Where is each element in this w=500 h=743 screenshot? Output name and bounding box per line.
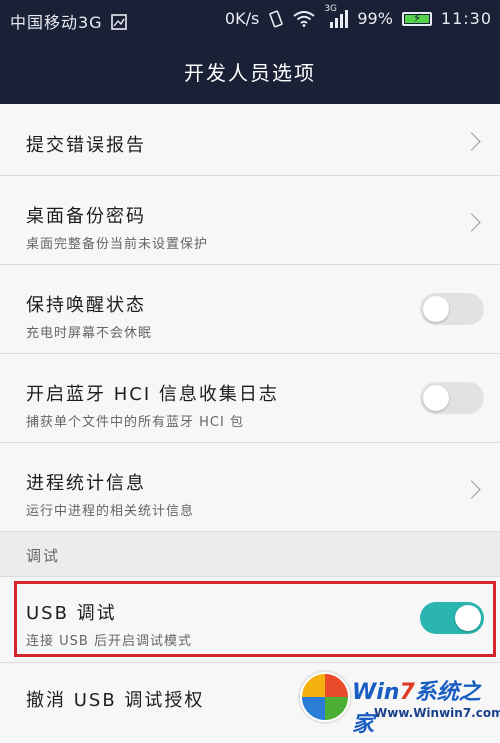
item-subtitle: 充电时屏幕不会休眠: [26, 326, 153, 341]
settings-list: 提交错误报告 桌面备份密码 桌面完整备份当前未设置保护 保持唤醒状态 充电时屏幕…: [0, 104, 500, 743]
windows-logo-icon: [300, 672, 350, 722]
list-item-bt-hci-log[interactable]: 开启蓝牙 HCI 信息收集日志 捕获单个文件中的所有蓝牙 HCI 包: [0, 354, 500, 443]
signal-indicator: 3G: [324, 4, 349, 28]
clock: 11:30: [440, 9, 492, 28]
watermark-site: Www.Winwin7.com: [374, 706, 500, 720]
signal-icon: [330, 9, 349, 28]
battery-charging-icon: ⚡: [401, 11, 432, 26]
toggle-knob: [455, 605, 481, 631]
page-title-bar: 开发人员选项: [0, 38, 500, 104]
item-title: 开启蓝牙 HCI 信息收集日志: [26, 384, 279, 405]
usb-debugging-toggle[interactable]: [420, 602, 484, 634]
list-item-bug-report[interactable]: 提交错误报告: [0, 104, 500, 176]
toggle-knob: [423, 385, 449, 411]
list-item-process-stats[interactable]: 进程统计信息 运行中进程的相关统计信息: [0, 443, 500, 532]
item-title: USB 调试: [26, 603, 117, 624]
item-title: 撤消 USB 调试授权: [26, 690, 205, 711]
list-item-backup-password[interactable]: 桌面备份密码 桌面完整备份当前未设置保护: [0, 176, 500, 265]
status-icons: 0K/s 3G 99% ⚡ 11:30: [224, 4, 492, 29]
item-subtitle: 运行中进程的相关统计信息: [26, 504, 195, 519]
stay-awake-toggle[interactable]: [420, 293, 484, 325]
image-icon: [110, 14, 127, 30]
item-subtitle: 连接 USB 后开启调试模式: [26, 634, 192, 649]
watermark: Win7系统之家 Www.Winwin7.com: [300, 668, 500, 737]
chevron-right-icon: [462, 480, 481, 499]
status-bar: 中国移动3G 0K/s 3G 99% ⚡ 11:30: [0, 0, 500, 38]
chevron-right-icon: [462, 213, 481, 232]
item-title: 桌面备份密码: [26, 206, 146, 227]
section-header-debug: 调试: [0, 532, 500, 577]
list-item-usb-debugging[interactable]: USB 调试 连接 USB 后开启调试模式: [0, 577, 500, 663]
item-subtitle: 捕获单个文件中的所有蓝牙 HCI 包: [26, 415, 244, 430]
item-title: 进程统计信息: [26, 473, 146, 494]
item-subtitle: 桌面完整备份当前未设置保护: [26, 237, 209, 252]
toggle-knob: [423, 296, 449, 322]
item-title: 保持唤醒状态: [26, 295, 146, 316]
section-title: 调试: [26, 547, 61, 565]
item-title: 提交错误报告: [26, 135, 146, 156]
bt-hci-log-toggle[interactable]: [420, 382, 484, 414]
list-item-stay-awake[interactable]: 保持唤醒状态 充电时屏幕不会休眠: [0, 265, 500, 354]
battery-percent: 99%: [357, 9, 393, 28]
vibrate-icon: [269, 10, 283, 27]
wifi-icon: [293, 10, 315, 27]
chevron-right-icon: [462, 132, 481, 151]
page-title: 开发人员选项: [184, 60, 316, 85]
carrier-label: 中国移动3G: [10, 9, 127, 33]
network-speed: 0K/s: [224, 9, 260, 28]
